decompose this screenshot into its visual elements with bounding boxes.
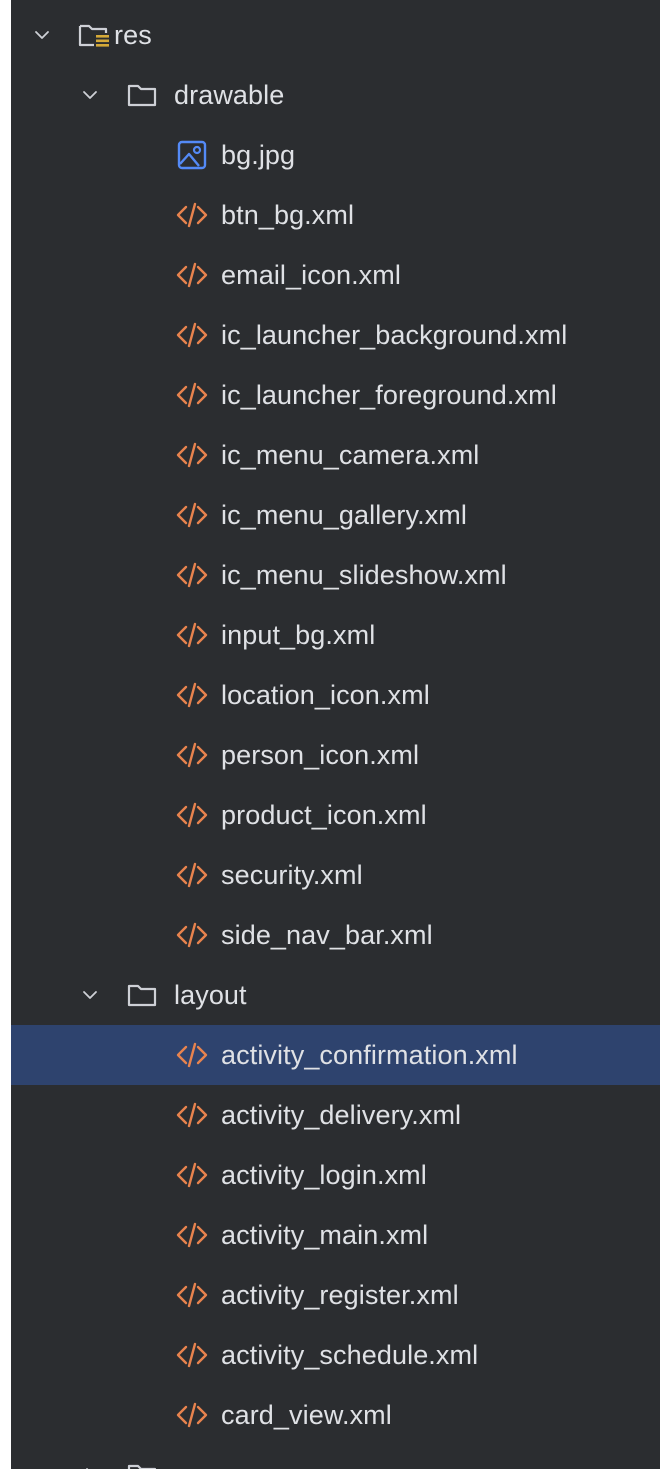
tree-node-label: drawable [174,80,285,110]
tree-file-label: btn_bg.xml [221,200,355,230]
tree-file-label: security.xml [221,860,363,890]
xml-file-icon [175,1160,209,1190]
xml-file-icon [175,380,209,410]
tree-file-label: activity_main.xml [221,1220,429,1250]
xml-file-icon [175,740,209,770]
xml-file-icon [175,500,209,530]
xml-file-icon [175,860,209,890]
xml-file-icon [175,560,209,590]
tree-file-ic-menu-gallery[interactable]: ic_menu_gallery.xml [11,485,660,545]
folder-icon [125,980,159,1010]
chevron-down-icon[interactable] [79,84,101,106]
tree-file-label: location_icon.xml [221,680,430,710]
xml-file-icon [175,200,209,230]
tree-file-activity-confirmation[interactable]: activity_confirmation.xml [11,1025,660,1085]
xml-file-icon [175,1040,209,1070]
tree-file-product-icon[interactable]: product_icon.xml [11,785,660,845]
tree-node-label: res [114,20,152,50]
tree-file-ic-launcher-foreground[interactable]: ic_launcher_foreground.xml [11,365,660,425]
tree-file-label: activity_register.xml [221,1280,459,1310]
tree-file-label: activity_confirmation.xml [221,1040,518,1070]
tree-node-label: menu [174,1445,242,1469]
tree-file-label: product_icon.xml [221,800,427,830]
chevron-right-icon[interactable] [79,1464,101,1469]
tree-file-input-bg[interactable]: input_bg.xml [11,605,660,665]
xml-file-icon [175,1340,209,1370]
tree-file-label: activity_delivery.xml [221,1100,462,1130]
tree-file-label: ic_menu_gallery.xml [221,500,467,530]
xml-file-icon [175,1400,209,1430]
xml-file-icon [175,320,209,350]
tree-file-ic-menu-slideshow[interactable]: ic_menu_slideshow.xml [11,545,660,605]
xml-file-icon [175,1280,209,1310]
tree-file-card-view[interactable]: card_view.xml [11,1385,660,1445]
tree-file-ic-menu-camera[interactable]: ic_menu_camera.xml [11,425,660,485]
tree-file-side-nav-bar[interactable]: side_nav_bar.xml [11,905,660,965]
tree-file-label: email_icon.xml [221,260,401,290]
xml-file-icon [175,440,209,470]
tree-file-label: ic_menu_slideshow.xml [221,560,507,590]
tree-node-drawable[interactable]: drawable [11,65,660,125]
xml-file-icon [175,680,209,710]
tree-file-security[interactable]: security.xml [11,845,660,905]
project-tree-panel: res drawable bg.jpg btn_bg.xml email_ico… [11,0,660,1469]
tree-file-label: side_nav_bar.xml [221,920,433,950]
tree-file-label: ic_menu_camera.xml [221,440,480,470]
tree-file-btn-bg[interactable]: btn_bg.xml [11,185,660,245]
xml-file-icon [175,920,209,950]
resource-folder-icon [77,20,111,50]
tree-file-activity-main[interactable]: activity_main.xml [11,1205,660,1265]
tree-file-label: person_icon.xml [221,740,420,770]
tree-node-label: layout [174,980,247,1010]
tree-file-person-icon[interactable]: person_icon.xml [11,725,660,785]
tree-file-label: ic_launcher_background.xml [221,320,568,350]
tree-file-email-icon[interactable]: email_icon.xml [11,245,660,305]
folder-icon [125,1460,159,1469]
tree-file-location-icon[interactable]: location_icon.xml [11,665,660,725]
tree-file-activity-register[interactable]: activity_register.xml [11,1265,660,1325]
tree-node-menu[interactable]: menu [11,1445,660,1469]
tree-file-bg-jpg[interactable]: bg.jpg [11,125,660,185]
tree-file-label: ic_launcher_foreground.xml [221,380,557,410]
tree-file-activity-schedule[interactable]: activity_schedule.xml [11,1325,660,1385]
tree-node-res[interactable]: res [11,5,660,65]
xml-file-icon [175,260,209,290]
xml-file-icon [175,1100,209,1130]
xml-file-icon [175,620,209,650]
tree-file-label: bg.jpg [221,140,296,170]
tree-file-label: card_view.xml [221,1400,392,1430]
folder-icon [125,80,159,110]
tree-file-label: activity_schedule.xml [221,1340,479,1370]
tree-node-layout[interactable]: layout [11,965,660,1025]
xml-file-icon [175,1220,209,1250]
chevron-down-icon[interactable] [79,984,101,1006]
chevron-down-icon[interactable] [31,24,53,46]
tree-file-label: input_bg.xml [221,620,376,650]
tree-file-ic-launcher-background[interactable]: ic_launcher_background.xml [11,305,660,365]
tree-file-activity-delivery[interactable]: activity_delivery.xml [11,1085,660,1145]
xml-file-icon [175,800,209,830]
tree-file-label: activity_login.xml [221,1160,427,1190]
image-file-icon [175,140,209,170]
tree-file-activity-login[interactable]: activity_login.xml [11,1145,660,1205]
